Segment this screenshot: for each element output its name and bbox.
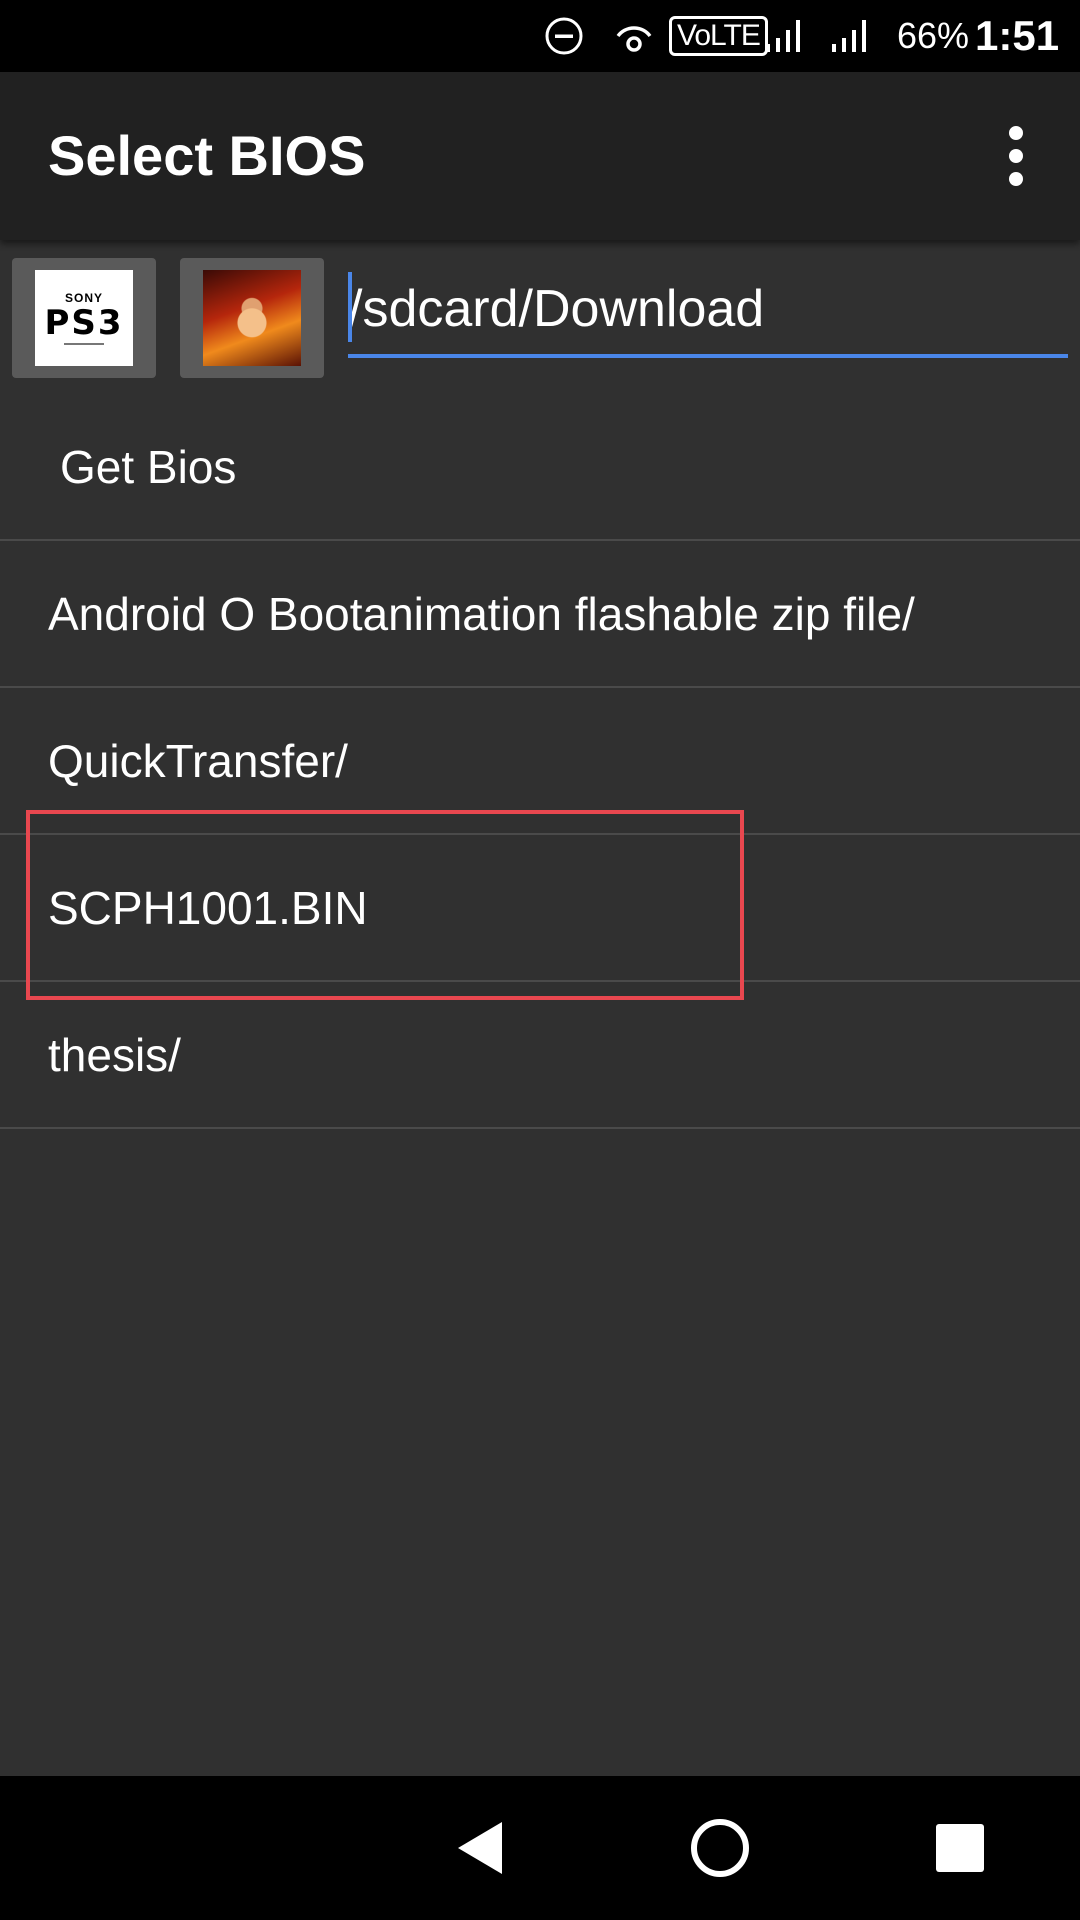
ps3-logo: SONY PS3: [35, 270, 133, 366]
volte-badge: VoLTE: [669, 0, 768, 72]
battery-percentage: 66%: [897, 15, 970, 56]
recents-icon[interactable]: [910, 1798, 1010, 1898]
more-vert-icon[interactable]: [976, 116, 1056, 196]
ps3-thumbnail-button[interactable]: SONY PS3: [12, 258, 156, 378]
do-not-disturb-icon: [543, 0, 585, 72]
list-item[interactable]: thesis/: [0, 982, 1080, 1129]
signal-icon: [764, 0, 808, 72]
list-item[interactable]: Android O Bootanimation flashable zip fi…: [0, 541, 1080, 688]
list-item-label: Get Bios: [60, 440, 237, 493]
home-icon[interactable]: [670, 1798, 770, 1898]
list-item[interactable]: SCPH1001.BIN: [0, 835, 1080, 982]
game-thumbnail-button[interactable]: [180, 258, 324, 378]
list-item-label: SCPH1001.BIN: [48, 881, 368, 934]
path-input[interactable]: [348, 264, 1068, 358]
text-cursor: [348, 272, 352, 342]
list-item-label: Android O Bootanimation flashable zip fi…: [48, 587, 915, 640]
list-item-label: QuickTransfer/: [48, 734, 348, 787]
list-item[interactable]: QuickTransfer/: [0, 688, 1080, 835]
file-list: Get Bios Android O Bootanimation flashab…: [0, 394, 1080, 1129]
navigation-bar: [0, 1776, 1080, 1920]
status-bar: VoLTE 66% 1:51: [0, 0, 1080, 72]
app-bar: Select BIOS: [0, 72, 1080, 240]
page-title: Select BIOS: [48, 124, 366, 187]
clock: 1:51: [975, 12, 1060, 59]
signal-icon-2: [830, 0, 874, 72]
get-bios-item[interactable]: Get Bios: [0, 394, 1080, 541]
hotspot-icon: [612, 0, 656, 72]
ps3-logo-text: PS3: [44, 303, 124, 343]
volte-label: VoLTE: [669, 16, 768, 56]
game-cover-image: [203, 270, 301, 366]
back-icon[interactable]: [430, 1798, 530, 1898]
list-item-label: thesis/: [48, 1028, 181, 1081]
